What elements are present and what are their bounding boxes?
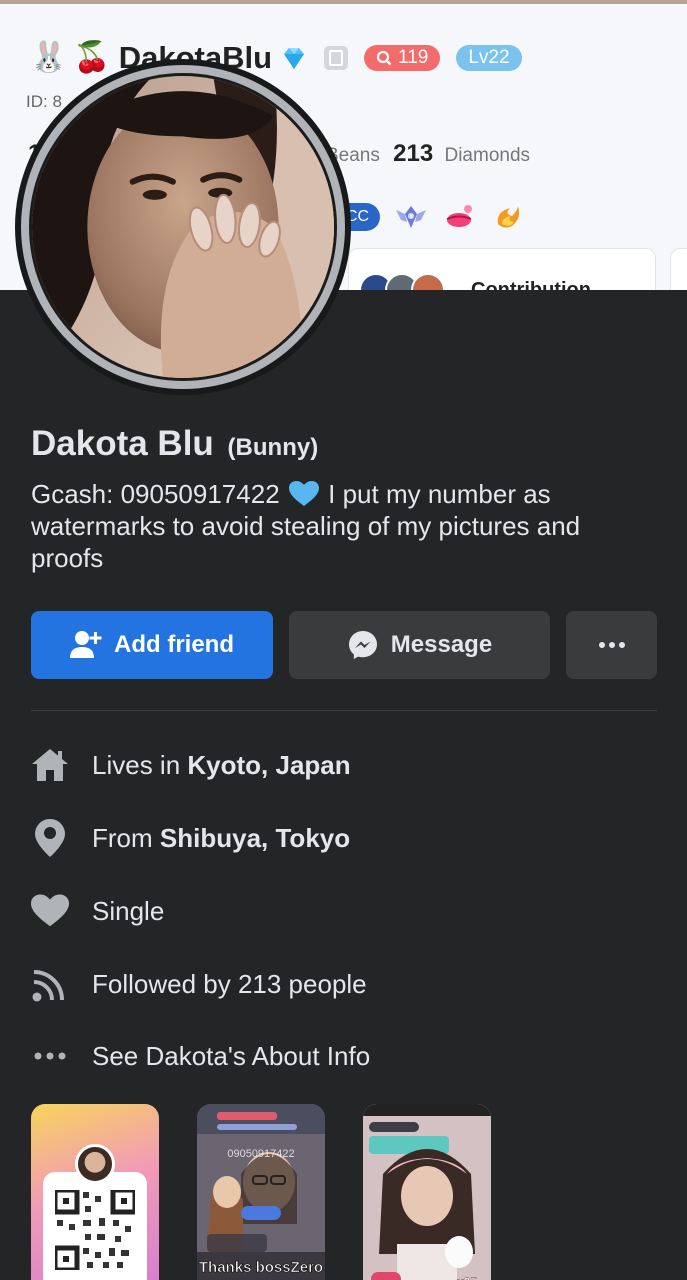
livestream-screenshot: x95 [363,1104,491,1280]
bio-text-start: Gcash: 09050917422 [31,479,280,509]
more-options-button[interactable] [566,611,657,679]
lives-in-place[interactable]: Kyoto, Japan [187,750,350,781]
from-place[interactable]: Shibuya, Tokyo [160,823,350,854]
diamonds-label: Diamonds [444,145,531,166]
lips-badge-icon [446,205,472,227]
fire-badge-icon [497,206,520,228]
diamonds-count: 213 [393,140,434,167]
gift-count: x95 [457,1275,477,1280]
contribution-label: Contribution [471,279,591,290]
profile-display-name: Dakota Blu [31,424,214,463]
cover-badges: CC [340,202,524,232]
profile-picture-ring [21,65,345,389]
profile-picture[interactable] [15,59,351,395]
more-dots-icon [31,1037,69,1075]
add-friend-label: Add friend [114,631,234,658]
bunny-emoji-icon: 🐰 [30,40,68,75]
profile-card-icon [324,46,349,70]
cover-beans-diamonds: Beans 213 Diamonds [326,140,530,168]
info-about-link[interactable]: See Dakota's About Info [31,1037,370,1075]
photo-thumbnail[interactable] [31,1104,159,1280]
contribution-card[interactable]: Contribution [348,248,656,290]
level-pill: Lv22 [456,45,522,71]
location-pin-icon [31,819,69,857]
cover-side-card [670,248,687,290]
from-prefix: From [92,822,153,853]
search-icon [376,50,392,66]
wings-badge-icon [396,206,426,228]
cover-header-row: 🐰 🍒 DakotaBlu 119 Lv22 [30,38,522,78]
fans-count: 119 [398,47,429,68]
add-friend-button[interactable]: Add friend [31,611,273,679]
message-label: Message [390,631,493,658]
cover-top-strip [0,0,687,4]
thumbnail-caption: Thanks bossZero [199,1259,323,1276]
message-button[interactable]: Message [289,611,550,679]
fans-count-pill: 119 [364,45,441,71]
messenger-icon [348,631,377,659]
profile-bio: Gcash: 09050917422 I put my number as wa… [31,478,651,574]
qr-avatar [75,1144,115,1184]
contributor-avatar [411,273,445,290]
info-from: From Shibuya, Tokyo [31,819,350,857]
info-followers: Followed by 213 people [31,965,367,1003]
dot [598,642,605,648]
photo-thumbnail[interactable]: x95 [363,1104,491,1280]
followers-text[interactable]: Followed by 213 people [92,969,367,1000]
about-info-link[interactable]: See Dakota's About Info [92,1041,370,1072]
profile-photo [32,76,334,378]
relationship-status: Single [92,895,165,926]
profile-name: Dakota Blu (Bunny) [31,424,318,464]
contribution-avatars [359,273,445,290]
add-person-icon [70,631,102,658]
blue-heart-icon [288,481,319,506]
info-lives-in: Lives in Kyoto, Japan [31,746,351,784]
cherry-emoji-icon: 🍒 [73,40,111,75]
qr-code-icon [55,1190,135,1270]
home-icon [31,746,69,784]
rss-icon [31,965,69,1003]
section-divider [31,710,657,711]
dot [618,642,625,648]
profile-picture-frame [29,73,337,381]
cover-id-text: ID: 8 [26,92,62,111]
livestream-screenshot: 09050917422 Thanks bossZero [197,1104,325,1280]
photo-thumbnail[interactable]: 09050917422 Thanks bossZero [197,1104,325,1280]
heart-icon [31,892,69,930]
diamond-icon [284,48,305,69]
lives-in-prefix: Lives in [92,749,181,780]
profile-alternate-name: (Bunny) [227,434,319,461]
watermark-text: 09050917422 [227,1148,294,1160]
dot [608,642,615,648]
more-dots-icon [598,642,625,648]
info-relationship: Single [31,892,164,930]
